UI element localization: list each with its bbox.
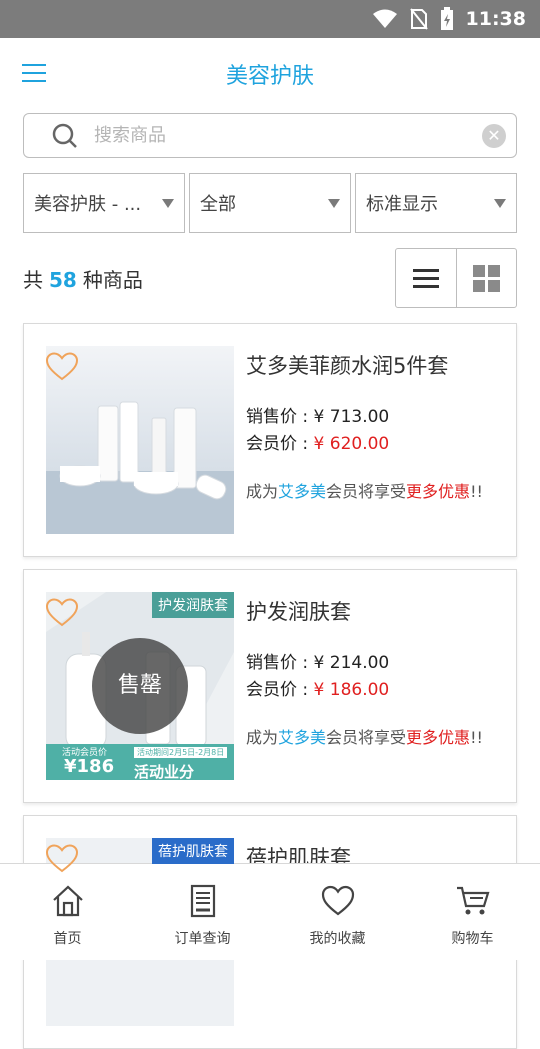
product-tag: 蓓护肌肤套 (152, 838, 234, 864)
status-bar: 11:38 (0, 0, 540, 38)
favorite-heart-icon[interactable] (46, 598, 78, 628)
wifi-icon (372, 9, 397, 28)
search-input[interactable] (94, 125, 464, 146)
cart-icon (456, 886, 489, 915)
list-view-button[interactable] (396, 249, 457, 307)
nav-orders-label: 订单查询 (174, 931, 231, 947)
product-card[interactable]: 护发润肤套 售罄 活动会员价 ¥186 活动期间2月5日-2月8日 活动业分14… (23, 569, 517, 803)
product-name[interactable]: 艾多美菲颜水润5件套 (246, 350, 448, 380)
caret-down-icon (494, 198, 506, 208)
category-filter-label: 美容护肤 - ... (34, 194, 142, 215)
nav-favorites[interactable]: 我的收藏 (270, 864, 405, 960)
sold-out-badge: 售罄 (92, 638, 188, 734)
member-price: 会员价 : ¥ 186.00 (246, 680, 390, 700)
clock: 11:38 (465, 8, 526, 30)
top-bar: 美容护肤 (0, 38, 540, 110)
product-tag: 护发润肤套 (152, 592, 234, 618)
product-name[interactable]: 护发润肤套 (246, 596, 351, 626)
display-filter-label: 标准显示 (366, 194, 438, 215)
nav-home[interactable]: 首页 (0, 864, 135, 960)
member-promo-text: 成为艾多美会员将享受更多优惠!! (246, 728, 483, 747)
sale-price: 销售价 : ¥ 713.00 (246, 407, 390, 427)
display-filter[interactable]: 标准显示 (355, 173, 517, 233)
menu-icon[interactable] (22, 64, 46, 84)
caret-down-icon (162, 198, 174, 208)
view-toggle (395, 248, 517, 308)
grid-view-button[interactable] (457, 249, 517, 307)
category-filter[interactable]: 美容护肤 - ... (23, 173, 185, 233)
favorite-heart-icon[interactable] (46, 844, 78, 874)
nav-favorites-label: 我的收藏 (309, 931, 366, 947)
grid-icon (472, 264, 500, 292)
list-icon (412, 264, 439, 293)
clear-icon[interactable]: ✕ (482, 124, 506, 148)
no-sim-icon (409, 8, 428, 30)
member-promo-text: 成为艾多美会员将享受更多优惠!! (246, 482, 483, 501)
scope-filter-label: 全部 (200, 194, 236, 215)
caret-down-icon (328, 198, 340, 208)
product-count: 共 58 种商品 (23, 267, 143, 292)
member-price: 会员价 : ¥ 620.00 (246, 434, 390, 454)
favorite-heart-icon[interactable] (46, 352, 78, 382)
nav-orders[interactable]: 订单查询 (135, 864, 270, 960)
filter-row: 美容护肤 - ... 全部 标准显示 (23, 173, 517, 233)
bottom-nav: 首页 订单查询 我的收藏 购物车 (0, 863, 540, 960)
product-card[interactable]: 艾多美菲颜水润5件套 销售价 : ¥ 713.00 会员价 : ¥ 620.00… (23, 323, 517, 557)
nav-cart-label: 购物车 (451, 931, 494, 947)
nav-home-label: 首页 (53, 931, 82, 947)
heart-icon (321, 885, 354, 916)
battery-icon (440, 7, 453, 30)
home-icon (52, 885, 83, 917)
search-bar: ✕ (23, 113, 517, 158)
scope-filter[interactable]: 全部 (189, 173, 351, 233)
nav-cart[interactable]: 购物车 (405, 864, 540, 960)
search-icon (52, 123, 77, 148)
count-number: 58 (49, 267, 77, 292)
promo-banner: 活动会员价 ¥186 活动期间2月5日-2月8日 活动业分14000 (46, 744, 234, 780)
order-icon (190, 884, 215, 918)
sale-price: 销售价 : ¥ 214.00 (246, 653, 390, 673)
page-title: 美容护肤 (225, 64, 314, 89)
result-summary: 共 58 种商品 (23, 248, 517, 308)
